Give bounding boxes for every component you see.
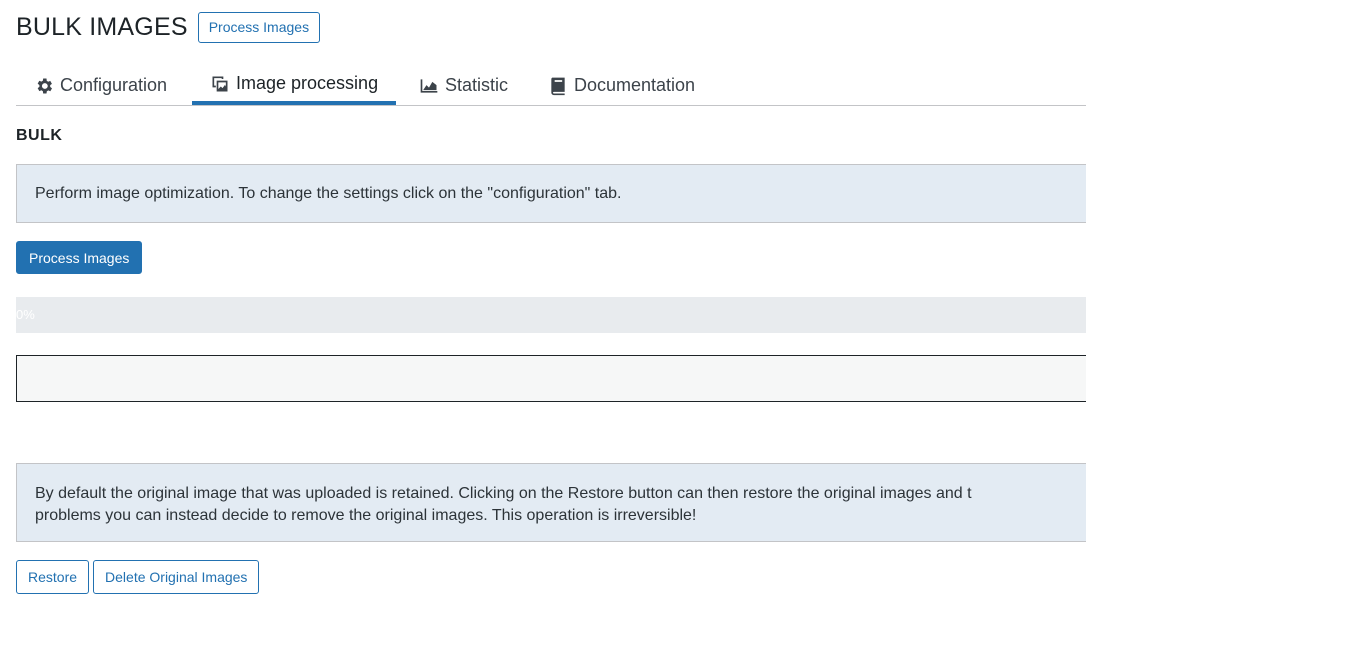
tab-configuration[interactable]: Configuration [16, 66, 185, 105]
page-heading: BULK IMAGES Process Images [16, 11, 321, 43]
restore-info-line-2: problems you can instead decide to remov… [35, 507, 697, 524]
bulk-images-page: BULK IMAGES Process Images Configuration… [16, 0, 1086, 647]
progress-label: 0% [16, 307, 35, 322]
tab-documentation[interactable]: Documentation [530, 66, 713, 105]
bulk-info-text: Perform image optimization. To change th… [35, 184, 622, 202]
tab-statistic[interactable]: Statistic [401, 66, 526, 105]
delete-original-images-button[interactable]: Delete Original Images [93, 560, 260, 594]
header-process-images-button[interactable]: Process Images [197, 11, 321, 43]
tab-label: Documentation [574, 75, 696, 95]
page-title: BULK IMAGES [16, 12, 188, 41]
tab-label: Statistic [445, 75, 509, 95]
progress-bar: 0% [16, 297, 1086, 333]
bulk-info-notice: Perform image optimization. To change th… [16, 164, 1086, 223]
restore-info-notice: By default the original image that was u… [16, 463, 1086, 542]
restore-actions: Restore Delete Original Images [16, 560, 260, 594]
tab-image-processing[interactable]: Image processing [192, 66, 397, 105]
restore-info-line-1: By default the original image that was u… [35, 485, 972, 502]
tab-label: Image processing [236, 73, 379, 93]
restore-button[interactable]: Restore [16, 560, 90, 594]
book-icon [551, 77, 565, 95]
bulk-section-title: BULK [16, 127, 63, 144]
tab-label: Configuration [60, 75, 168, 95]
tab-bar: Configuration Image processing Statistic… [16, 66, 1086, 106]
chart-area-icon [420, 78, 438, 93]
processing-log-box[interactable] [16, 355, 1086, 402]
gear-icon [37, 78, 52, 93]
process-images-button[interactable]: Process Images [16, 241, 143, 274]
images-icon [212, 76, 228, 91]
